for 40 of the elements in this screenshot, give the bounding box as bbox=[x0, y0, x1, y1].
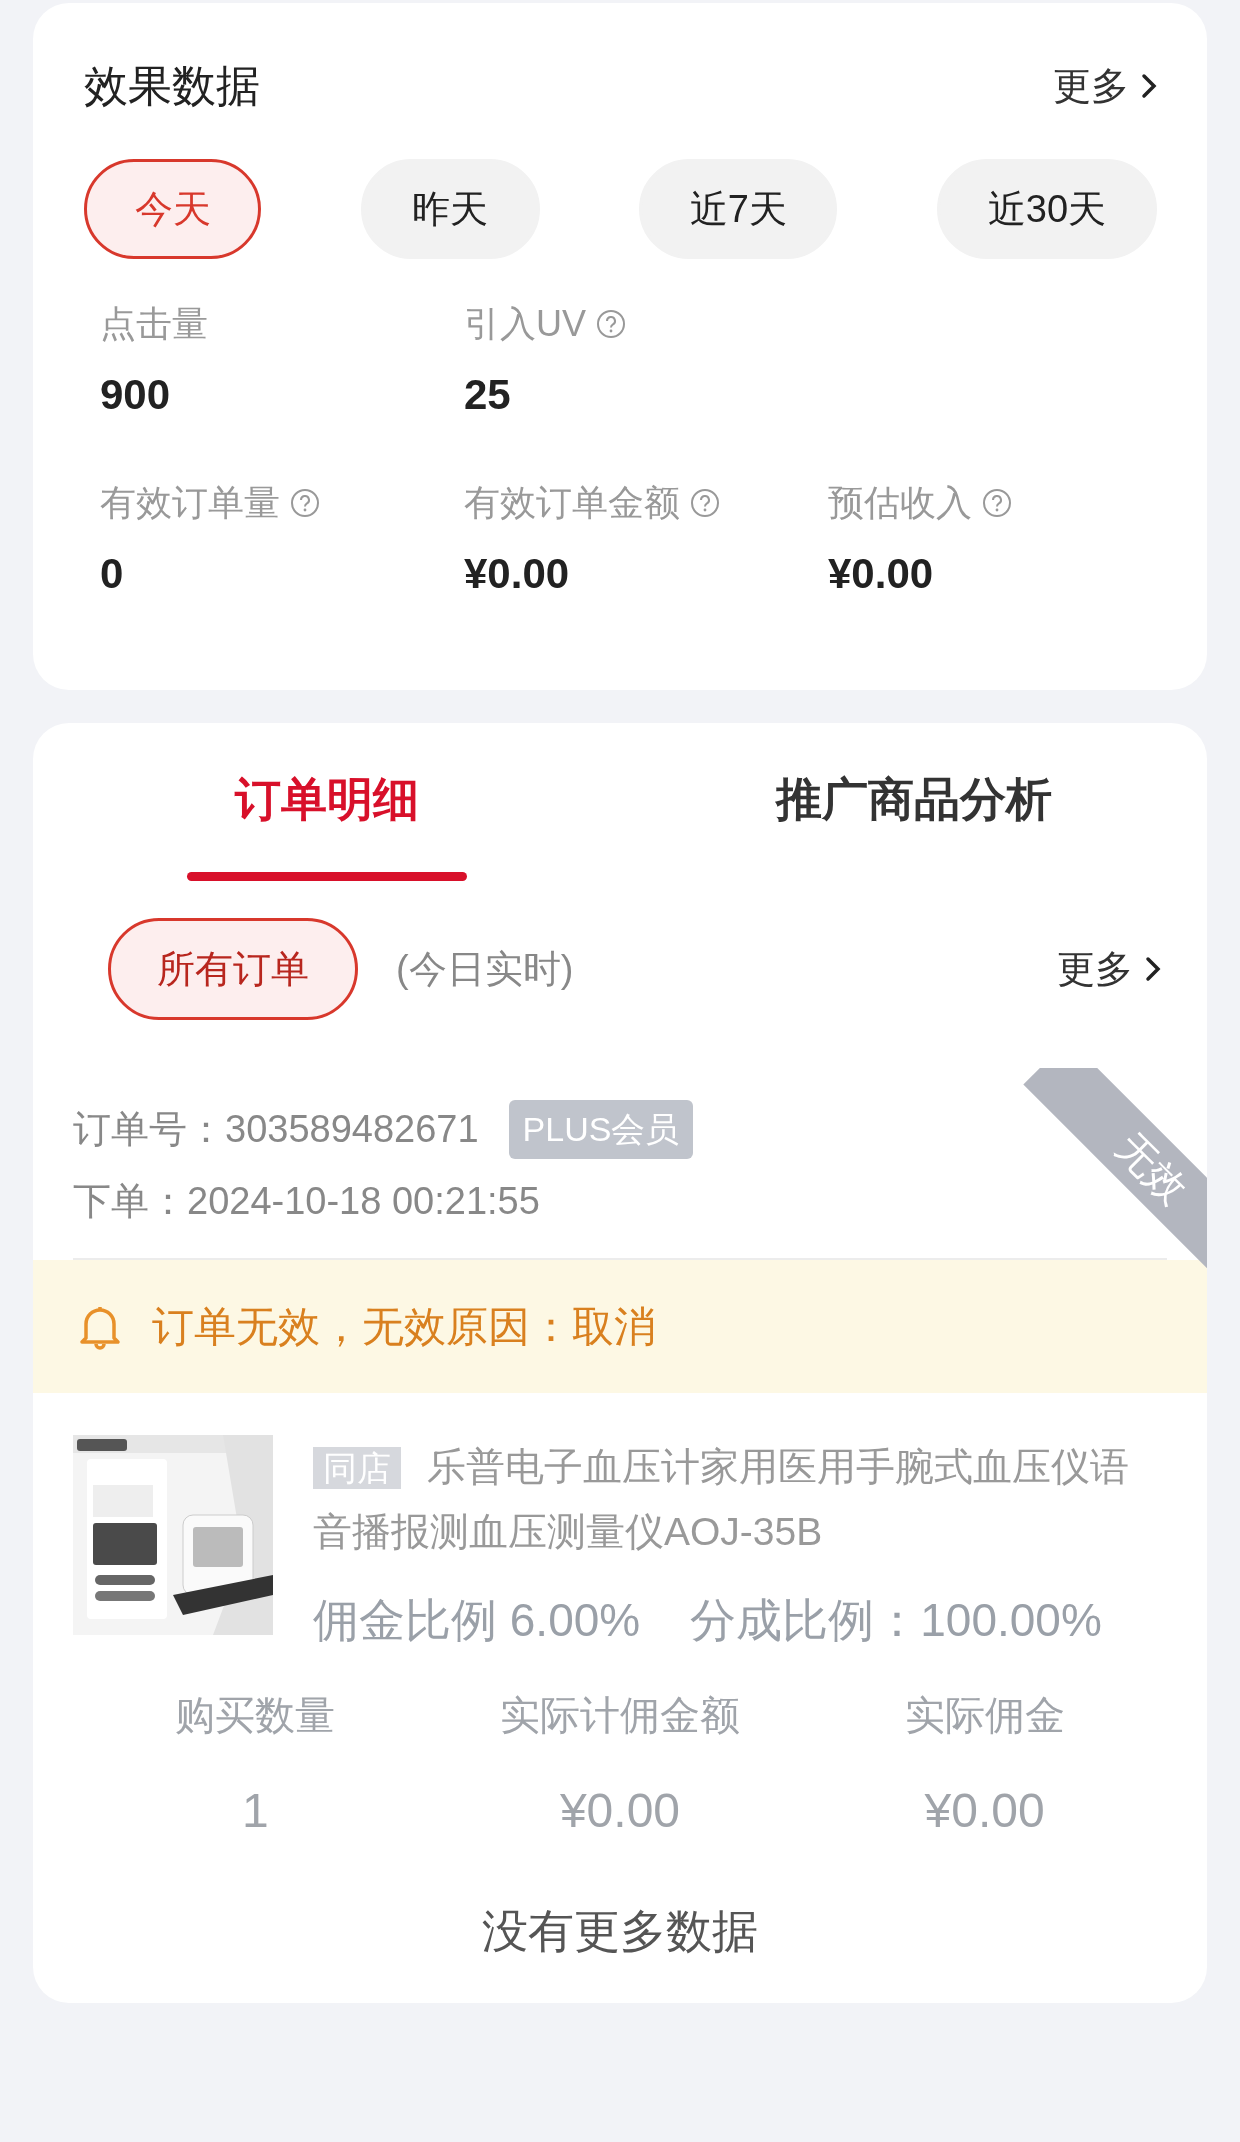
metric-value: 25 bbox=[464, 370, 512, 420]
metric-label: 有效订单量 bbox=[100, 481, 280, 525]
date-range-chip[interactable]: 昨天 bbox=[360, 159, 540, 259]
tab[interactable]: 订单明细 bbox=[33, 723, 620, 882]
help-icon[interactable] bbox=[596, 309, 626, 339]
chevron-right-icon bbox=[1145, 956, 1161, 982]
panel-title: 效果数据 bbox=[84, 60, 260, 112]
metric-label: 点击量 bbox=[100, 302, 208, 346]
metric-label: 预估收入 bbox=[828, 481, 972, 525]
help-icon[interactable] bbox=[982, 488, 1012, 518]
help-icon[interactable] bbox=[290, 488, 320, 518]
filter-note: (今日实时) bbox=[396, 946, 574, 992]
order-number: 订单号：303589482671 bbox=[73, 1107, 479, 1152]
stat-label: 购买数量 bbox=[174, 1692, 337, 1739]
stat-value: ¥0.00 bbox=[558, 1783, 682, 1839]
invalid-notice: 订单无效，无效原因：取消 bbox=[152, 1302, 656, 1352]
date-range-chip[interactable]: 近30天 bbox=[936, 159, 1157, 259]
stat-label: 实际计佣金额 bbox=[499, 1692, 741, 1739]
tab[interactable]: 推广商品分析 bbox=[620, 723, 1207, 882]
date-range-chip[interactable]: 今天 bbox=[84, 159, 261, 259]
metric-value: 900 bbox=[100, 370, 172, 420]
stat-value: ¥0.00 bbox=[923, 1783, 1046, 1839]
order-filter-chip[interactable]: 所有订单 bbox=[108, 918, 358, 1020]
metric-value: ¥0.00 bbox=[828, 549, 935, 599]
date-range-chip[interactable]: 近7天 bbox=[639, 159, 838, 259]
stat-value: 1 bbox=[240, 1783, 270, 1839]
status-ribbon: 无效 bbox=[1023, 1068, 1207, 1268]
end-of-list-text: 没有更多数据 bbox=[481, 1904, 759, 1959]
chevron-right-icon bbox=[1141, 73, 1157, 99]
metric-value: 0 bbox=[100, 549, 125, 599]
member-badge: PLUS会员 bbox=[508, 1100, 694, 1159]
more-link[interactable]: 更多 bbox=[1057, 940, 1161, 998]
metric-label: 有效订单金额 bbox=[464, 481, 680, 525]
metric-label: 引入UV bbox=[464, 302, 586, 346]
commission-rate: 佣金比例 6.00% bbox=[313, 1593, 641, 1648]
stat-label: 实际佣金 bbox=[903, 1692, 1066, 1739]
share-rate: 分成比例：100.00% bbox=[690, 1593, 1102, 1648]
help-icon[interactable] bbox=[690, 488, 720, 518]
metric-value: ¥0.00 bbox=[464, 549, 571, 599]
more-link[interactable]: 更多 bbox=[1053, 57, 1157, 115]
